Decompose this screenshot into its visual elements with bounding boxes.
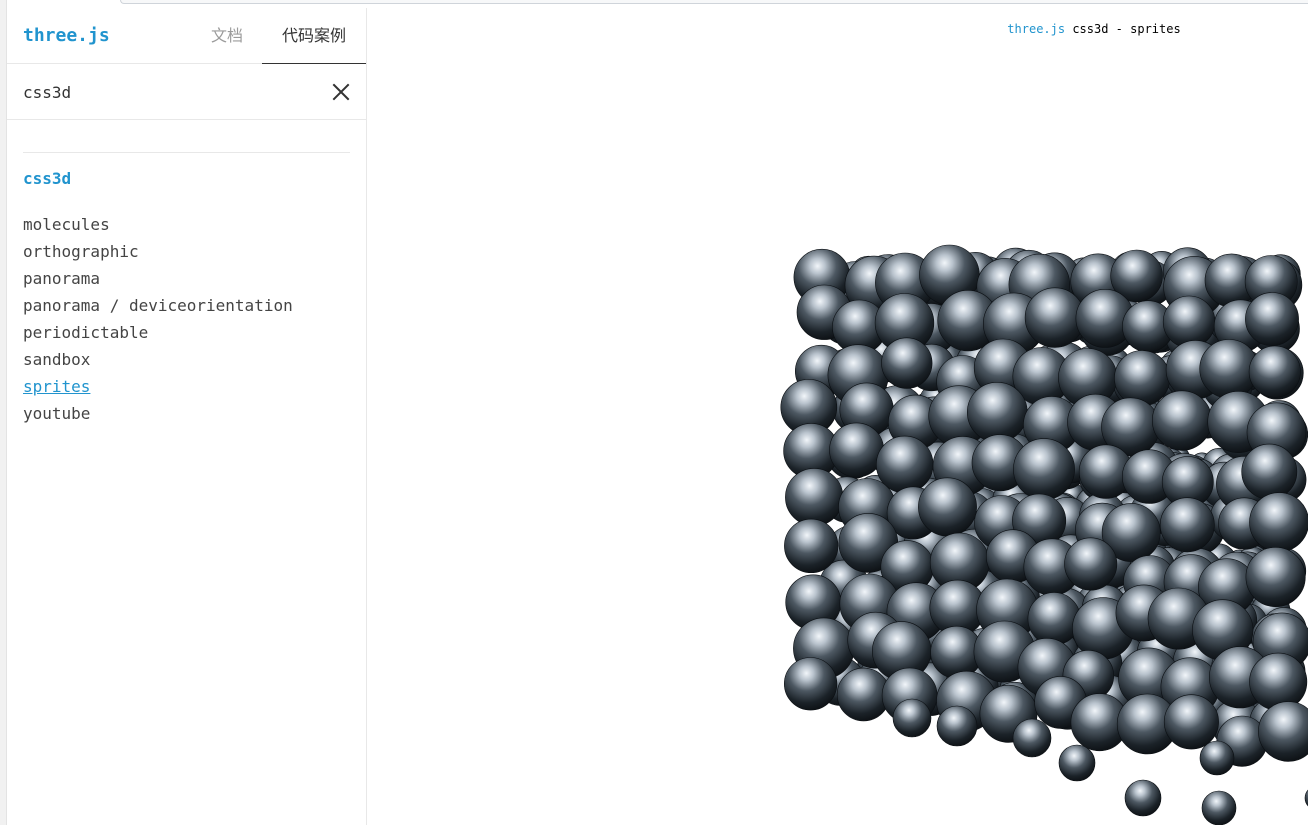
example-link-sprites[interactable]: sprites <box>23 373 293 400</box>
sprite-ball <box>1058 744 1096 782</box>
window-top-edge <box>120 0 1308 4</box>
sprite-ball <box>1159 497 1215 553</box>
sprite-ball <box>1012 718 1052 758</box>
sprite-ball <box>1162 295 1216 349</box>
sprite-ball <box>785 468 844 527</box>
logo-link[interactable]: three.js <box>23 25 110 46</box>
sprite-scene <box>780 244 1308 825</box>
search-row <box>7 64 366 120</box>
sprite-ball <box>829 422 885 478</box>
window-left-edge <box>0 0 7 825</box>
sprite-ball <box>881 337 933 389</box>
category-divider <box>23 152 350 153</box>
example-link-sandbox[interactable]: sandbox <box>23 346 293 373</box>
sprite-ball <box>966 381 1028 443</box>
sprite-ball <box>1151 390 1212 451</box>
example-link-orthographic[interactable]: orthographic <box>23 238 293 265</box>
sprite-ball <box>1201 790 1237 825</box>
example-link-molecules[interactable]: molecules <box>23 211 293 238</box>
sprite-ball <box>784 657 838 711</box>
sprite-ball <box>1249 492 1308 553</box>
category-title: css3d <box>23 169 72 188</box>
sprite-ball <box>1027 592 1081 646</box>
sprite-ball <box>1199 740 1235 776</box>
example-list: molecules orthographic panorama panorama… <box>23 211 293 427</box>
sprite-ball <box>1124 779 1162 817</box>
example-link-panorama[interactable]: panorama <box>23 265 293 292</box>
search-input[interactable] <box>23 78 313 106</box>
clear-search-button[interactable] <box>329 80 353 104</box>
example-viewport[interactable]: three.js css3d - sprites <box>367 8 1308 825</box>
example-link-panorama-deviceorientation[interactable]: panorama / deviceorientation <box>23 292 293 319</box>
sprite-ball <box>1163 694 1219 750</box>
example-link-periodictable[interactable]: periodictable <box>23 319 293 346</box>
close-icon <box>332 83 350 101</box>
sprite-ball <box>1245 546 1306 607</box>
sprite-ball <box>1249 652 1308 711</box>
side-panel: three.js 文档 代码案例 css3d molecules orthogr… <box>7 8 367 825</box>
sprite-ball <box>1064 537 1118 591</box>
sprite-ball <box>1245 292 1299 347</box>
sprite-ball <box>936 705 978 747</box>
sprite-ball <box>892 698 932 738</box>
sprite-ball <box>1013 438 1075 501</box>
sprite-ball <box>1248 345 1301 398</box>
app-window: three.js 文档 代码案例 css3d molecules orthogr… <box>0 0 1308 825</box>
sprite-ball <box>918 477 977 537</box>
example-link-youtube[interactable]: youtube <box>23 400 293 427</box>
tab-examples[interactable]: 代码案例 <box>262 8 366 64</box>
sprite-ball <box>784 518 839 574</box>
tab-docs[interactable]: 文档 <box>204 8 250 63</box>
sprite-ball <box>1114 350 1171 407</box>
sprite-ball <box>1241 443 1298 500</box>
panel-header: three.js 文档 代码案例 <box>7 8 366 64</box>
